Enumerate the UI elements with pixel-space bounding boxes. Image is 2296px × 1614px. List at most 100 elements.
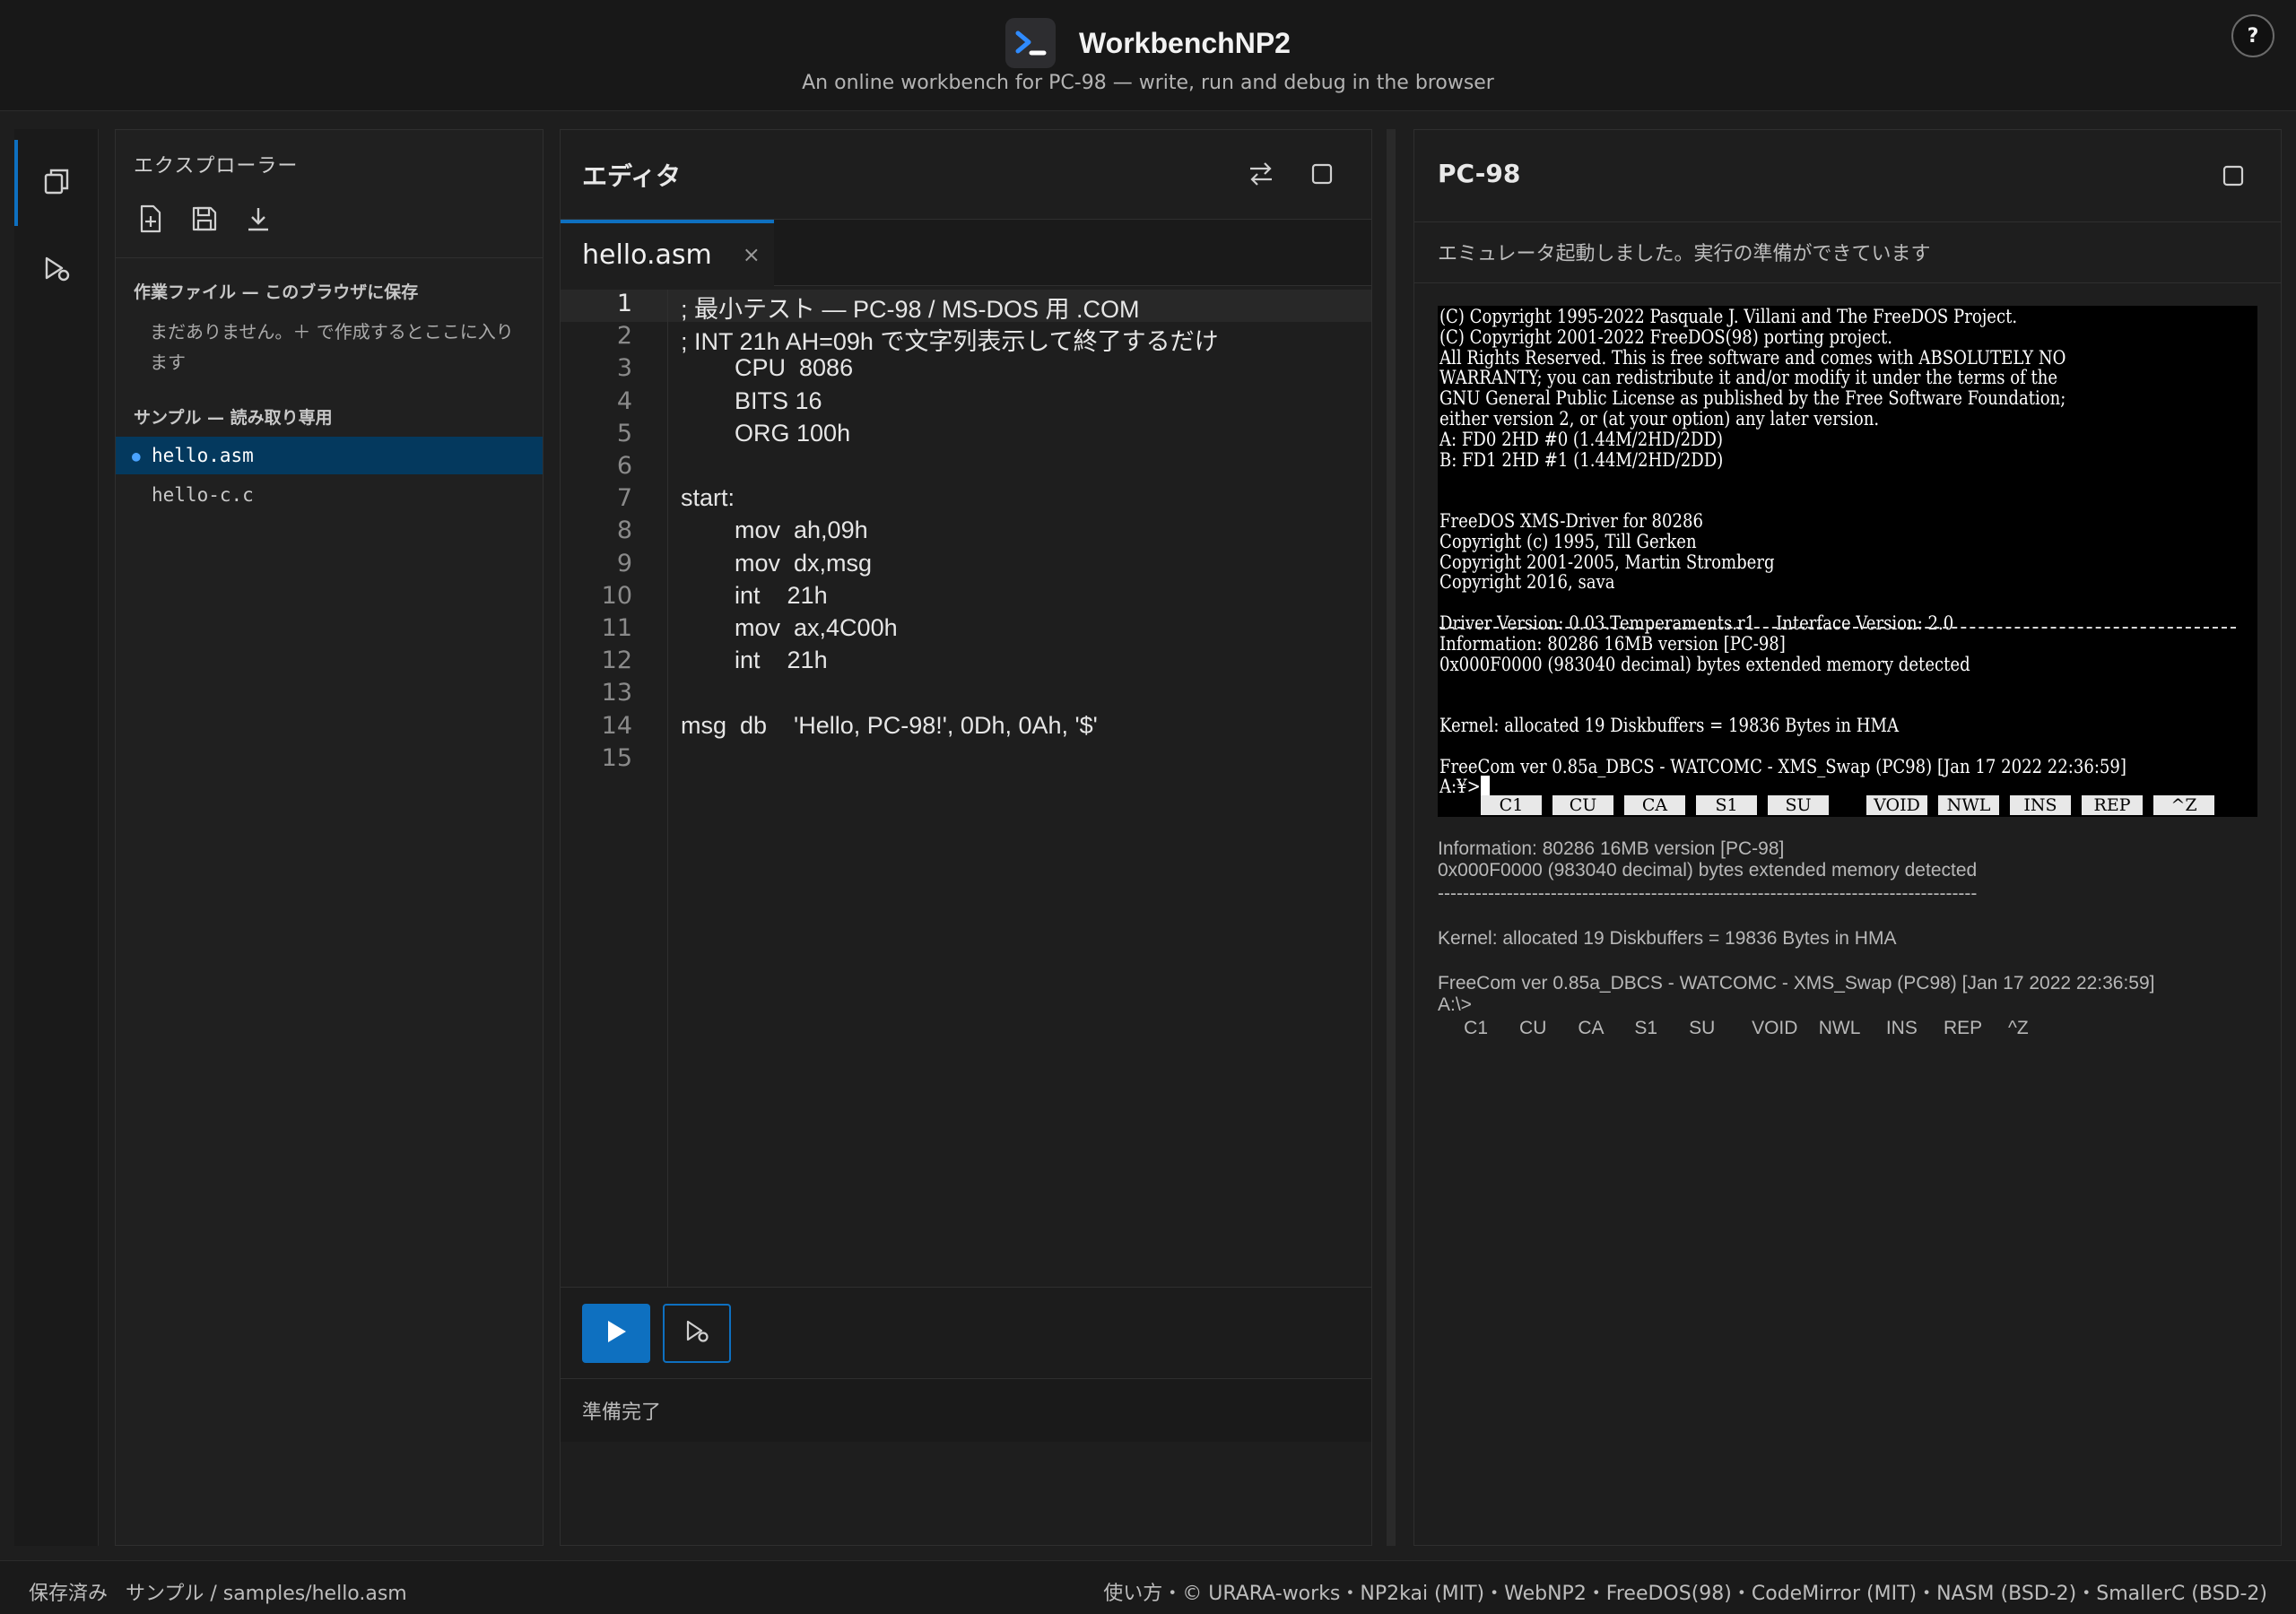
debug-button[interactable] xyxy=(663,1304,731,1363)
swap-layout-icon[interactable] xyxy=(1244,157,1278,191)
file-name: hello.asm xyxy=(152,445,254,466)
screen-line: WARRANTY; you can redistribute it and/or… xyxy=(1439,367,2058,389)
line-number: 6 xyxy=(616,452,632,480)
maximize-icon[interactable] xyxy=(2216,159,2250,193)
file-name: hello-c.c xyxy=(152,484,254,506)
screen-rule xyxy=(1439,627,2236,629)
line-number: 15 xyxy=(601,743,632,772)
code-line: BITS 16 xyxy=(681,386,822,414)
download-icon[interactable] xyxy=(241,202,275,236)
run-toolbar xyxy=(561,1287,1371,1378)
explorer-panel: エクスプローラー 作業ファイル — このブラウザに保存 まだありません。＋ で作… xyxy=(115,129,544,1546)
line-number: 8 xyxy=(616,516,632,545)
code-line: ORG 100h xyxy=(681,419,851,447)
code-line: ; INT 21h AH=09h で文字列表示して終了するだけ xyxy=(681,328,1219,356)
screen-line: A: FD0 2HD #0 (1.44M/2HD/2DD) xyxy=(1439,428,1724,450)
line-number: 4 xyxy=(616,386,632,415)
samples-section-label: サンプル — 読み取り専用 xyxy=(134,408,333,428)
emulator-screen[interactable]: (C) Copyright 1995-2022 Pasquale J. Vill… xyxy=(1438,306,2257,817)
function-key-label: SU xyxy=(1768,795,1829,815)
activity-bar xyxy=(14,129,99,1546)
divider xyxy=(116,257,543,258)
save-icon[interactable] xyxy=(187,202,222,236)
editor-title: エディタ xyxy=(582,161,682,191)
line-number-gutter: 1 2 3 4 5 6 7 8 9 10 11 12 13 14 15 xyxy=(561,290,668,1287)
code-line: int 21h xyxy=(681,581,828,609)
line-number: 1 xyxy=(616,290,632,317)
line-number: 7 xyxy=(616,484,632,513)
emulator-title: PC-98 xyxy=(1438,159,1521,188)
save-state: 保存済み xyxy=(29,1583,109,1605)
app-title: WorkbenchNP2 xyxy=(1079,26,1291,59)
line-number: 11 xyxy=(601,614,632,642)
screen-line: Copyright 2016, sava xyxy=(1439,571,1615,594)
text-cursor xyxy=(1481,776,1490,797)
log-line: FreeCom ver 0.85a_DBCS - WATCOMC - XMS_S… xyxy=(1438,973,2155,994)
tab-label: hello.asm xyxy=(582,239,712,271)
emulator-status: エミュレータ起動しました。実行の準備ができています xyxy=(1438,243,1931,265)
run-button[interactable] xyxy=(582,1304,650,1363)
help-button[interactable]: ? xyxy=(2231,14,2274,57)
files-icon xyxy=(40,165,73,201)
editor-status: 準備完了 xyxy=(561,1379,1371,1442)
new-file-icon[interactable] xyxy=(134,202,168,236)
play-icon xyxy=(604,1319,628,1348)
screen-line: 0x000F0000 (983040 decimal) bytes extend… xyxy=(1439,653,1970,675)
function-key-label: NWL xyxy=(1938,795,1999,815)
screen-line: All Rights Reserved. This is free softwa… xyxy=(1439,346,2066,369)
screen-line: Kernel: allocated 19 Diskbuffers = 19836… xyxy=(1439,715,1900,736)
line-number: 13 xyxy=(601,679,632,707)
current-file-path: サンプル / samples/hello.asm xyxy=(126,1583,407,1605)
code-editor[interactable]: 1 2 3 4 5 6 7 8 9 10 11 12 13 14 15 ; 最小テスト — PC-98 / … xyxy=(561,290,1371,1287)
code-line: start: xyxy=(681,484,735,512)
log-line: A:\> xyxy=(1438,994,1472,1015)
screen-line: A:¥> xyxy=(1439,776,1481,798)
screen-line: Copyright 2001-2005, Martin Stromberg xyxy=(1439,551,1775,573)
tab-hello-asm[interactable]: hello.asm × xyxy=(561,220,774,286)
explorer-title: エクスプローラー xyxy=(134,155,299,178)
line-number: 12 xyxy=(601,646,632,675)
screen-line: Driver Version: 0.03.Temperaments.r1 Int… xyxy=(1439,612,1954,634)
editor-header: エディタ xyxy=(561,130,1371,220)
activity-run-debug-button[interactable] xyxy=(14,228,99,314)
function-key-label: ^Z xyxy=(2153,795,2214,815)
line-number: 2 xyxy=(616,322,632,351)
status-bar: 保存済み サンプル / samples/hello.asm 使い方・© URAR… xyxy=(0,1560,2296,1614)
code-line: int 21h xyxy=(681,646,828,674)
code-line: mov ah,09h xyxy=(681,516,868,544)
screen-line: B: FD1 2HD #1 (1.44M/2HD/2DD) xyxy=(1439,448,1724,471)
maximize-icon[interactable] xyxy=(1305,157,1339,191)
activity-explorer-button[interactable] xyxy=(14,140,99,226)
file-item-hello-asm[interactable]: ● hello.asm xyxy=(116,437,543,474)
log-line: Information: 80286 16MB version [PC-98] xyxy=(1438,838,1785,859)
code-line: ; 最小テスト — PC-98 / MS-DOS 用 .COM xyxy=(681,296,1140,323)
screen-line: GNU General Public License as published … xyxy=(1439,387,2066,410)
editor-panel: エディタ hello.asm × 1 2 3 4 5 6 7 8 9 10 11 12 13 14 15 ;… xyxy=(560,129,1372,1546)
function-key-label: INS xyxy=(2010,795,2071,815)
divider xyxy=(1414,282,2281,283)
log-line: C1 CU CA S1 SU VOID NWL INS REP ^Z xyxy=(1438,1018,2029,1038)
code-line: msg db 'Hello, PC-98!', 0Dh, 0Ah, '$' xyxy=(681,711,1098,739)
function-key-label: VOID xyxy=(1866,795,1927,815)
app-subtitle: An online workbench for PC-98 — write, r… xyxy=(802,72,1494,94)
line-number: 14 xyxy=(601,711,632,740)
credits[interactable]: 使い方・© URARA-works・NP2kai (MIT)・WebNP2・Fr… xyxy=(1103,1577,2267,1606)
active-file-dot-icon: ● xyxy=(132,447,141,464)
brand: WorkbenchNP2 xyxy=(0,18,2296,68)
empty-work-files-message: まだありません。＋ で作成するとここに入ります xyxy=(150,321,514,373)
terminal-prompt-icon xyxy=(1005,18,1057,68)
explorer-toolbar xyxy=(134,202,275,236)
editor-tabs: hello.asm × xyxy=(561,220,1371,286)
screen-line: (C) Copyright 1995-2022 Pasquale J. Vill… xyxy=(1439,306,2018,327)
screen-line: Information: 80286 16MB version [PC-98] xyxy=(1439,632,1786,655)
function-key-label: CU xyxy=(1552,795,1613,815)
file-item-hello-c[interactable]: hello-c.c xyxy=(116,476,543,514)
code-line: mov ax,4C00h xyxy=(681,614,898,641)
function-key-label: S1 xyxy=(1696,795,1757,815)
screen-line: FreeCom ver 0.85a_DBCS - WATCOMC - XMS_S… xyxy=(1439,755,2126,777)
panel-splitter[interactable] xyxy=(1387,129,1396,1546)
log-line: ----------------------------------------… xyxy=(1438,883,1978,904)
code-line: CPU 8086 xyxy=(681,354,854,382)
close-icon[interactable]: × xyxy=(743,242,761,267)
divider xyxy=(1414,221,2281,222)
